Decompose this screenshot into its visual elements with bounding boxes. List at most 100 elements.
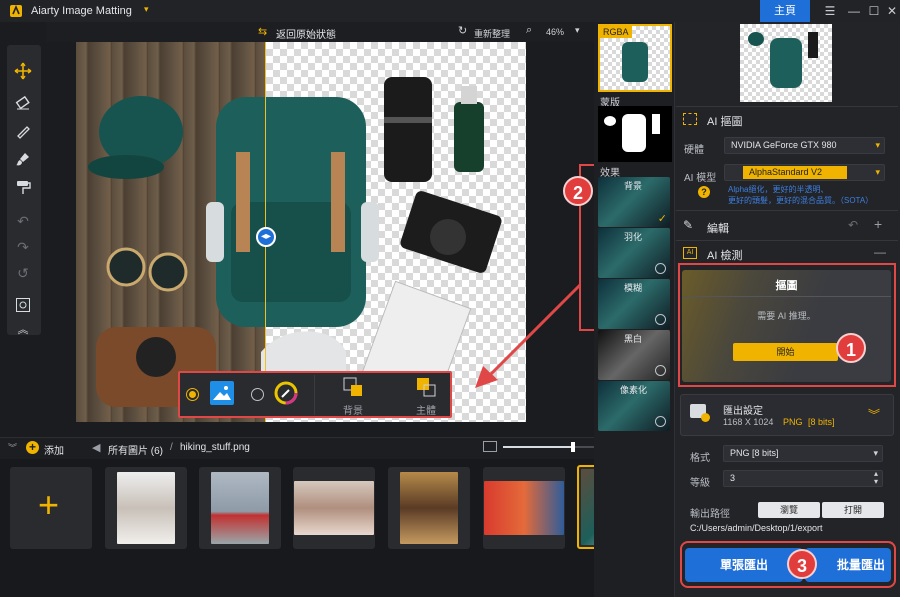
- effect-grayscale-label: 黑白: [624, 334, 643, 344]
- thumbnail-3[interactable]: [293, 467, 375, 549]
- thumbnail-5[interactable]: [483, 467, 565, 549]
- effect-grayscale[interactable]: 黑白: [598, 330, 670, 380]
- effect-pixelate-radio[interactable]: [655, 416, 666, 427]
- ai-detect-collapse-icon[interactable]: —: [874, 245, 886, 259]
- effect-background-label: 背景: [624, 181, 643, 191]
- mask-cap-shape: [604, 116, 616, 126]
- effect-pixelate[interactable]: 像素化: [598, 381, 670, 431]
- level-value: 3: [730, 473, 736, 483]
- effect-pixelate-label: 像素化: [620, 385, 648, 395]
- image-canvas[interactable]: [76, 42, 526, 422]
- move-tool-icon[interactable]: [12, 60, 34, 82]
- mask-backpack-shape: [622, 114, 646, 152]
- image-bg-radio[interactable]: [186, 388, 199, 401]
- slider-handle[interactable]: [571, 442, 575, 452]
- zoom-icon[interactable]: ⌕: [526, 24, 532, 37]
- export-format: PNG: [783, 417, 803, 427]
- effect-feather[interactable]: 羽化: [598, 228, 670, 278]
- fit-screen-icon[interactable]: [12, 294, 34, 316]
- color-picker-icon[interactable]: [274, 381, 298, 405]
- close-icon[interactable]: ✕: [884, 3, 900, 19]
- zoom-level[interactable]: 46%: [546, 27, 564, 37]
- thumbnail-1[interactable]: [105, 467, 187, 549]
- current-filename: hiking_stuff.png: [180, 442, 250, 453]
- thumbnail-2-image: [211, 472, 269, 544]
- model-select[interactable]: AlphaStandard V2 ▾: [724, 164, 885, 181]
- ai-matting-icon: [683, 113, 697, 125]
- batch-export-button[interactable]: 批量匯出: [805, 548, 891, 582]
- refresh-icon[interactable]: ↻: [458, 24, 467, 37]
- background-layer-icon[interactable]: [343, 377, 363, 397]
- restore-original-label[interactable]: 返回原始狀態: [276, 26, 336, 41]
- undo-icon[interactable]: ↶: [12, 210, 34, 232]
- effect-feather-radio[interactable]: [655, 263, 666, 274]
- edit-icon: ✎: [683, 218, 694, 232]
- home-button[interactable]: 主頁: [760, 0, 810, 22]
- effect-feather-label: 羽化: [624, 232, 643, 242]
- reset-tool-icon[interactable]: ↺: [12, 262, 34, 284]
- pencil-icon[interactable]: [12, 120, 34, 142]
- reset-label[interactable]: 重新整理: [474, 27, 510, 40]
- browse-button[interactable]: 瀏覽: [758, 502, 820, 518]
- effect-background[interactable]: 背景 ✓: [598, 177, 670, 227]
- export-expand-icon[interactable]: ︾: [868, 406, 880, 423]
- thumbnail-4[interactable]: [388, 467, 470, 549]
- collapse-down-icon[interactable]: ︾: [8, 441, 17, 454]
- stepper-arrows-icon: ▴ ▾: [873, 469, 878, 486]
- add-image-tile[interactable]: +: [10, 467, 92, 549]
- add-button[interactable]: 添加: [44, 442, 64, 457]
- all-images-link[interactable]: 所有圖片 (6): [108, 442, 163, 457]
- paint-roller-icon[interactable]: [12, 176, 34, 198]
- edit-undo-icon[interactable]: ↶: [848, 218, 858, 232]
- panel-divider: [676, 240, 898, 241]
- open-button[interactable]: 打開: [822, 502, 884, 518]
- help-icon[interactable]: ?: [698, 186, 710, 198]
- mask-lens-shape: [652, 114, 660, 134]
- panel-divider: [676, 210, 898, 211]
- effect-blur-radio[interactable]: [655, 314, 666, 325]
- brush-icon[interactable]: [12, 148, 34, 170]
- preview-lens-shape: [808, 32, 818, 58]
- minimize-icon[interactable]: —: [846, 3, 862, 19]
- add-icon[interactable]: +: [26, 441, 39, 454]
- split-handle-icon[interactable]: ◂▸: [256, 227, 276, 247]
- zoom-dropdown-icon[interactable]: ▾: [575, 25, 580, 36]
- panel-divider: [676, 106, 898, 107]
- mask-preview[interactable]: [598, 106, 672, 162]
- swap-icon[interactable]: ⇆: [258, 25, 267, 38]
- matting-popup-message: 需要 AI 推理。: [757, 311, 816, 321]
- export-settings-card[interactable]: [680, 394, 894, 436]
- start-button[interactable]: 開始: [733, 343, 838, 361]
- hardware-select[interactable]: NVIDIA GeForce GTX 980 ▾: [724, 137, 885, 154]
- edit-add-icon[interactable]: +: [874, 216, 882, 232]
- color-bg-radio[interactable]: [251, 388, 264, 401]
- back-arrow-icon[interactable]: ◀: [92, 441, 100, 454]
- rgba-backpack-shape: [622, 42, 648, 82]
- hardware-label: 硬體: [684, 145, 704, 156]
- maximize-icon[interactable]: ☐: [866, 3, 882, 19]
- image-background-icon[interactable]: [210, 381, 234, 405]
- level-stepper[interactable]: 3 ▴ ▾: [723, 470, 883, 487]
- export-bits: [8 bits]: [808, 417, 835, 427]
- menu-icon[interactable]: ☰: [822, 3, 838, 19]
- thumbnail-2[interactable]: [199, 467, 281, 549]
- app-logo: [9, 4, 23, 18]
- annotation-step-3: 3: [787, 549, 817, 579]
- rgba-preview[interactable]: RGBA: [598, 24, 672, 92]
- effect-grayscale-radio[interactable]: [655, 365, 666, 376]
- export-settings-icon: [690, 404, 710, 422]
- collapse-up-icon[interactable]: ︽: [12, 318, 34, 340]
- chevron-down-icon[interactable]: ▾: [144, 4, 149, 15]
- subject-layer-icon[interactable]: [416, 377, 436, 397]
- single-export-button[interactable]: 單張匯出: [685, 548, 803, 582]
- level-label: 等級: [690, 478, 710, 489]
- format-select[interactable]: PNG [8 bits] ▾: [723, 445, 883, 462]
- effect-blur[interactable]: 模糊: [598, 279, 670, 329]
- export-gear-dot: [701, 413, 710, 422]
- matting-popup-header: 摳圖: [682, 270, 891, 296]
- redo-icon[interactable]: ↷: [12, 236, 34, 258]
- ai-matting-title: AI 摳圖: [707, 116, 743, 128]
- annotation-step-1: 1: [836, 333, 866, 363]
- eraser-icon[interactable]: [12, 92, 34, 114]
- ai-detect-icon: AI: [683, 247, 697, 259]
